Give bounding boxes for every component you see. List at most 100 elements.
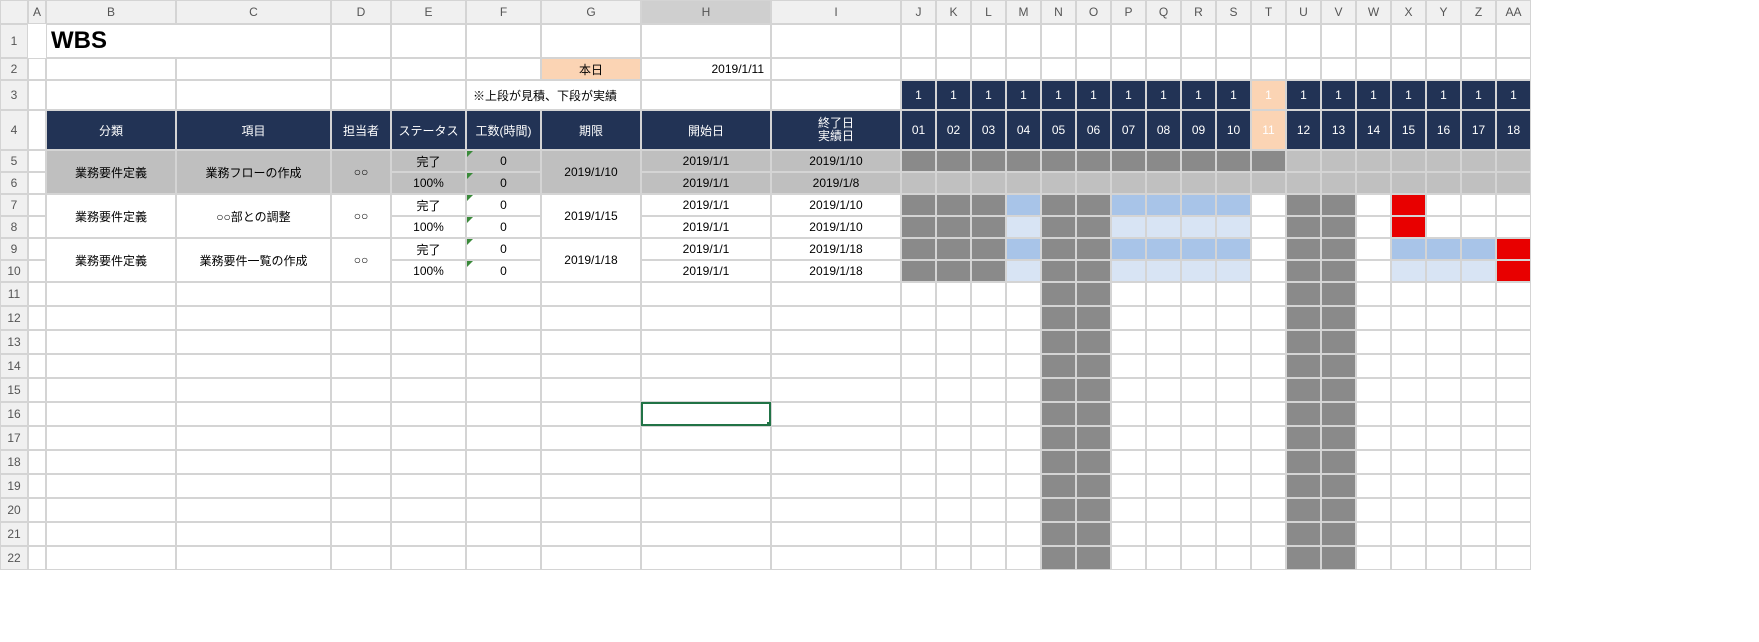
gantt-cell[interactable] [1426,216,1461,238]
gantt-cell[interactable] [1391,330,1426,354]
gantt-cell[interactable] [1426,260,1461,282]
gantt-cell[interactable] [1146,498,1181,522]
cell[interactable] [1426,58,1461,80]
cell[interactable] [1251,24,1286,58]
gantt-cell[interactable] [1041,172,1076,194]
gantt-cell[interactable] [1006,498,1041,522]
cell[interactable] [466,498,541,522]
gantt-cell[interactable] [1111,282,1146,306]
col-header[interactable]: N [1041,0,1076,24]
gantt-cell[interactable] [1461,260,1496,282]
gantt-cell[interactable] [1321,194,1356,216]
gantt-cell[interactable] [1146,260,1181,282]
gantt-cell[interactable] [1111,354,1146,378]
cell[interactable] [331,498,391,522]
cell[interactable] [901,58,936,80]
gantt-cell[interactable] [1496,426,1531,450]
gantt-cell[interactable] [1111,378,1146,402]
cell[interactable] [1321,24,1356,58]
cell[interactable] [771,282,901,306]
cell[interactable] [1041,24,1076,58]
cell[interactable] [1391,24,1426,58]
col-header[interactable]: V [1321,0,1356,24]
cell[interactable] [541,450,641,474]
gantt-cell[interactable] [1496,238,1531,260]
cell[interactable] [46,498,176,522]
gantt-cell[interactable] [1356,330,1391,354]
gantt-cell[interactable] [936,150,971,172]
cell[interactable] [541,402,641,426]
gantt-cell[interactable] [1321,282,1356,306]
cell[interactable] [391,426,466,450]
cell[interactable] [1286,24,1321,58]
cell[interactable] [391,402,466,426]
gantt-cell[interactable] [1496,330,1531,354]
gantt-cell[interactable] [936,402,971,426]
gantt-cell[interactable] [1006,216,1041,238]
gantt-cell[interactable] [1461,282,1496,306]
gantt-cell[interactable] [1076,474,1111,498]
gantt-cell[interactable] [1041,330,1076,354]
gantt-cell[interactable] [1251,260,1286,282]
cell[interactable] [46,546,176,570]
row-header[interactable]: 12 [0,306,28,330]
cell[interactable] [771,306,901,330]
row-header[interactable]: 15 [0,378,28,402]
cell[interactable] [1076,58,1111,80]
gantt-cell[interactable] [1391,194,1426,216]
gantt-cell[interactable] [1041,306,1076,330]
gantt-cell[interactable] [1496,450,1531,474]
gantt-cell[interactable] [1496,260,1531,282]
gantt-cell[interactable] [1496,402,1531,426]
cell[interactable] [1496,24,1531,58]
gantt-cell[interactable] [1216,216,1251,238]
gantt-cell[interactable] [1286,378,1321,402]
gantt-cell[interactable] [936,498,971,522]
cell[interactable] [331,522,391,546]
gantt-cell[interactable] [1496,354,1531,378]
gantt-cell[interactable] [1251,498,1286,522]
gantt-cell[interactable] [1286,522,1321,546]
gantt-cell[interactable] [936,378,971,402]
cell[interactable] [1461,24,1496,58]
cell[interactable] [28,216,46,238]
gantt-cell[interactable] [1286,282,1321,306]
col-header[interactable]: W [1356,0,1391,24]
gantt-cell[interactable] [1461,450,1496,474]
gantt-cell[interactable] [1146,150,1181,172]
gantt-cell[interactable] [1146,306,1181,330]
cell[interactable] [641,306,771,330]
cell[interactable] [541,306,641,330]
row-header[interactable]: 9 [0,238,28,260]
cell[interactable] [331,426,391,450]
col-header[interactable]: I [771,0,901,24]
gantt-cell[interactable] [1006,450,1041,474]
cell[interactable] [28,522,46,546]
cell[interactable] [771,58,901,80]
gantt-cell[interactable] [971,498,1006,522]
row-header[interactable]: 10 [0,260,28,282]
cell[interactable] [1111,24,1146,58]
gantt-cell[interactable] [1286,426,1321,450]
cell[interactable] [331,474,391,498]
row-header[interactable]: 6 [0,172,28,194]
gantt-cell[interactable] [1216,546,1251,570]
gantt-cell[interactable] [1181,216,1216,238]
gantt-cell[interactable] [1286,194,1321,216]
gantt-cell[interactable] [1391,522,1426,546]
col-header[interactable]: AA [1496,0,1531,24]
gantt-cell[interactable] [1426,546,1461,570]
gantt-cell[interactable] [1426,172,1461,194]
col-header[interactable]: M [1006,0,1041,24]
cell[interactable] [466,58,541,80]
cell[interactable] [1356,58,1391,80]
cell[interactable] [331,378,391,402]
gantt-cell[interactable] [1251,330,1286,354]
gantt-cell[interactable] [1041,354,1076,378]
row-header[interactable]: 22 [0,546,28,570]
gantt-cell[interactable] [1356,522,1391,546]
cell[interactable] [1041,58,1076,80]
cell[interactable] [46,306,176,330]
gantt-cell[interactable] [936,260,971,282]
row-header[interactable]: 2 [0,58,28,80]
